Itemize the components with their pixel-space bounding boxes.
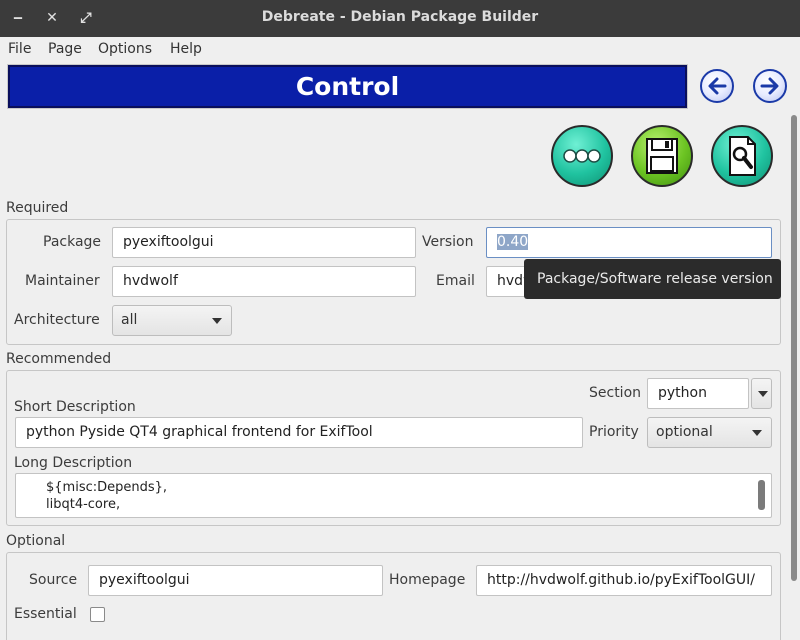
short-description-label: Short Description	[14, 399, 136, 415]
recommended-section-label: Recommended	[6, 351, 112, 367]
menubar: File Page Options Help	[0, 37, 800, 63]
required-section-label: Required	[6, 200, 69, 216]
arrow-right-icon	[760, 77, 779, 95]
page-title-banner: Control	[7, 64, 688, 109]
arrow-left-icon	[708, 77, 727, 95]
package-label: Package	[43, 234, 102, 250]
next-page-button[interactable]	[753, 69, 787, 103]
priority-value: optional	[656, 424, 713, 440]
architecture-select[interactable]: all	[112, 305, 232, 336]
version-label: Version	[422, 234, 474, 250]
email-label: Email	[436, 273, 475, 289]
maintainer-label: Maintainer	[25, 273, 100, 289]
architecture-label: Architecture	[14, 312, 100, 328]
long-description-scrollbar[interactable]	[758, 480, 765, 510]
previous-page-button[interactable]	[700, 69, 734, 103]
essential-checkbox[interactable]	[90, 607, 105, 622]
menu-page[interactable]: Page	[48, 41, 82, 57]
document-preview-icon	[729, 136, 756, 176]
version-selected-text: 0.40	[497, 234, 529, 250]
package-input[interactable]: pyexiftoolgui	[112, 227, 416, 258]
more-options-button[interactable]	[551, 125, 613, 187]
essential-label: Essential	[14, 606, 77, 622]
priority-label: Priority	[589, 424, 639, 440]
section-dropdown-button[interactable]	[751, 378, 772, 409]
architecture-value: all	[121, 312, 138, 328]
section-label: Section	[589, 385, 642, 401]
version-tooltip: Package/Software release version	[524, 259, 781, 299]
long-description-label: Long Description	[14, 455, 133, 471]
window-title: Debreate - Debian Package Builder	[261, 9, 539, 25]
long-description-textarea[interactable]: ${misc:Depends}, libqt4-core,	[15, 473, 772, 518]
homepage-input[interactable]: http://hvdwolf.github.io/pyExifToolGUI/	[476, 565, 772, 596]
menu-file[interactable]: File	[8, 41, 31, 57]
floppy-save-icon	[646, 138, 678, 174]
priority-select[interactable]: optional	[647, 417, 772, 448]
menu-options[interactable]: Options	[98, 41, 152, 57]
short-description-input[interactable]: python Pyside QT4 graphical frontend for…	[15, 417, 583, 448]
chevron-down-icon	[758, 391, 768, 397]
page-title: Control	[295, 72, 400, 101]
optional-section-label: Optional	[6, 533, 66, 549]
section-input[interactable]: python	[647, 378, 749, 409]
version-input[interactable]: 0.40	[486, 227, 772, 258]
page-scrollbar-thumb[interactable]	[791, 115, 797, 581]
menu-help[interactable]: Help	[170, 41, 202, 57]
save-button[interactable]	[631, 125, 693, 187]
source-input[interactable]: pyexiftoolgui	[88, 565, 383, 596]
source-label: Source	[29, 572, 78, 588]
ellipsis-icon	[563, 149, 601, 163]
preview-button[interactable]	[711, 125, 773, 187]
chevron-down-icon	[752, 430, 762, 436]
homepage-label: Homepage	[389, 572, 466, 588]
maintainer-input[interactable]: hvdwolf	[112, 266, 416, 297]
window-titlebar: ‒ ✕ ⤢ Debreate - Debian Package Builder	[0, 0, 800, 37]
chevron-down-icon	[212, 318, 222, 324]
